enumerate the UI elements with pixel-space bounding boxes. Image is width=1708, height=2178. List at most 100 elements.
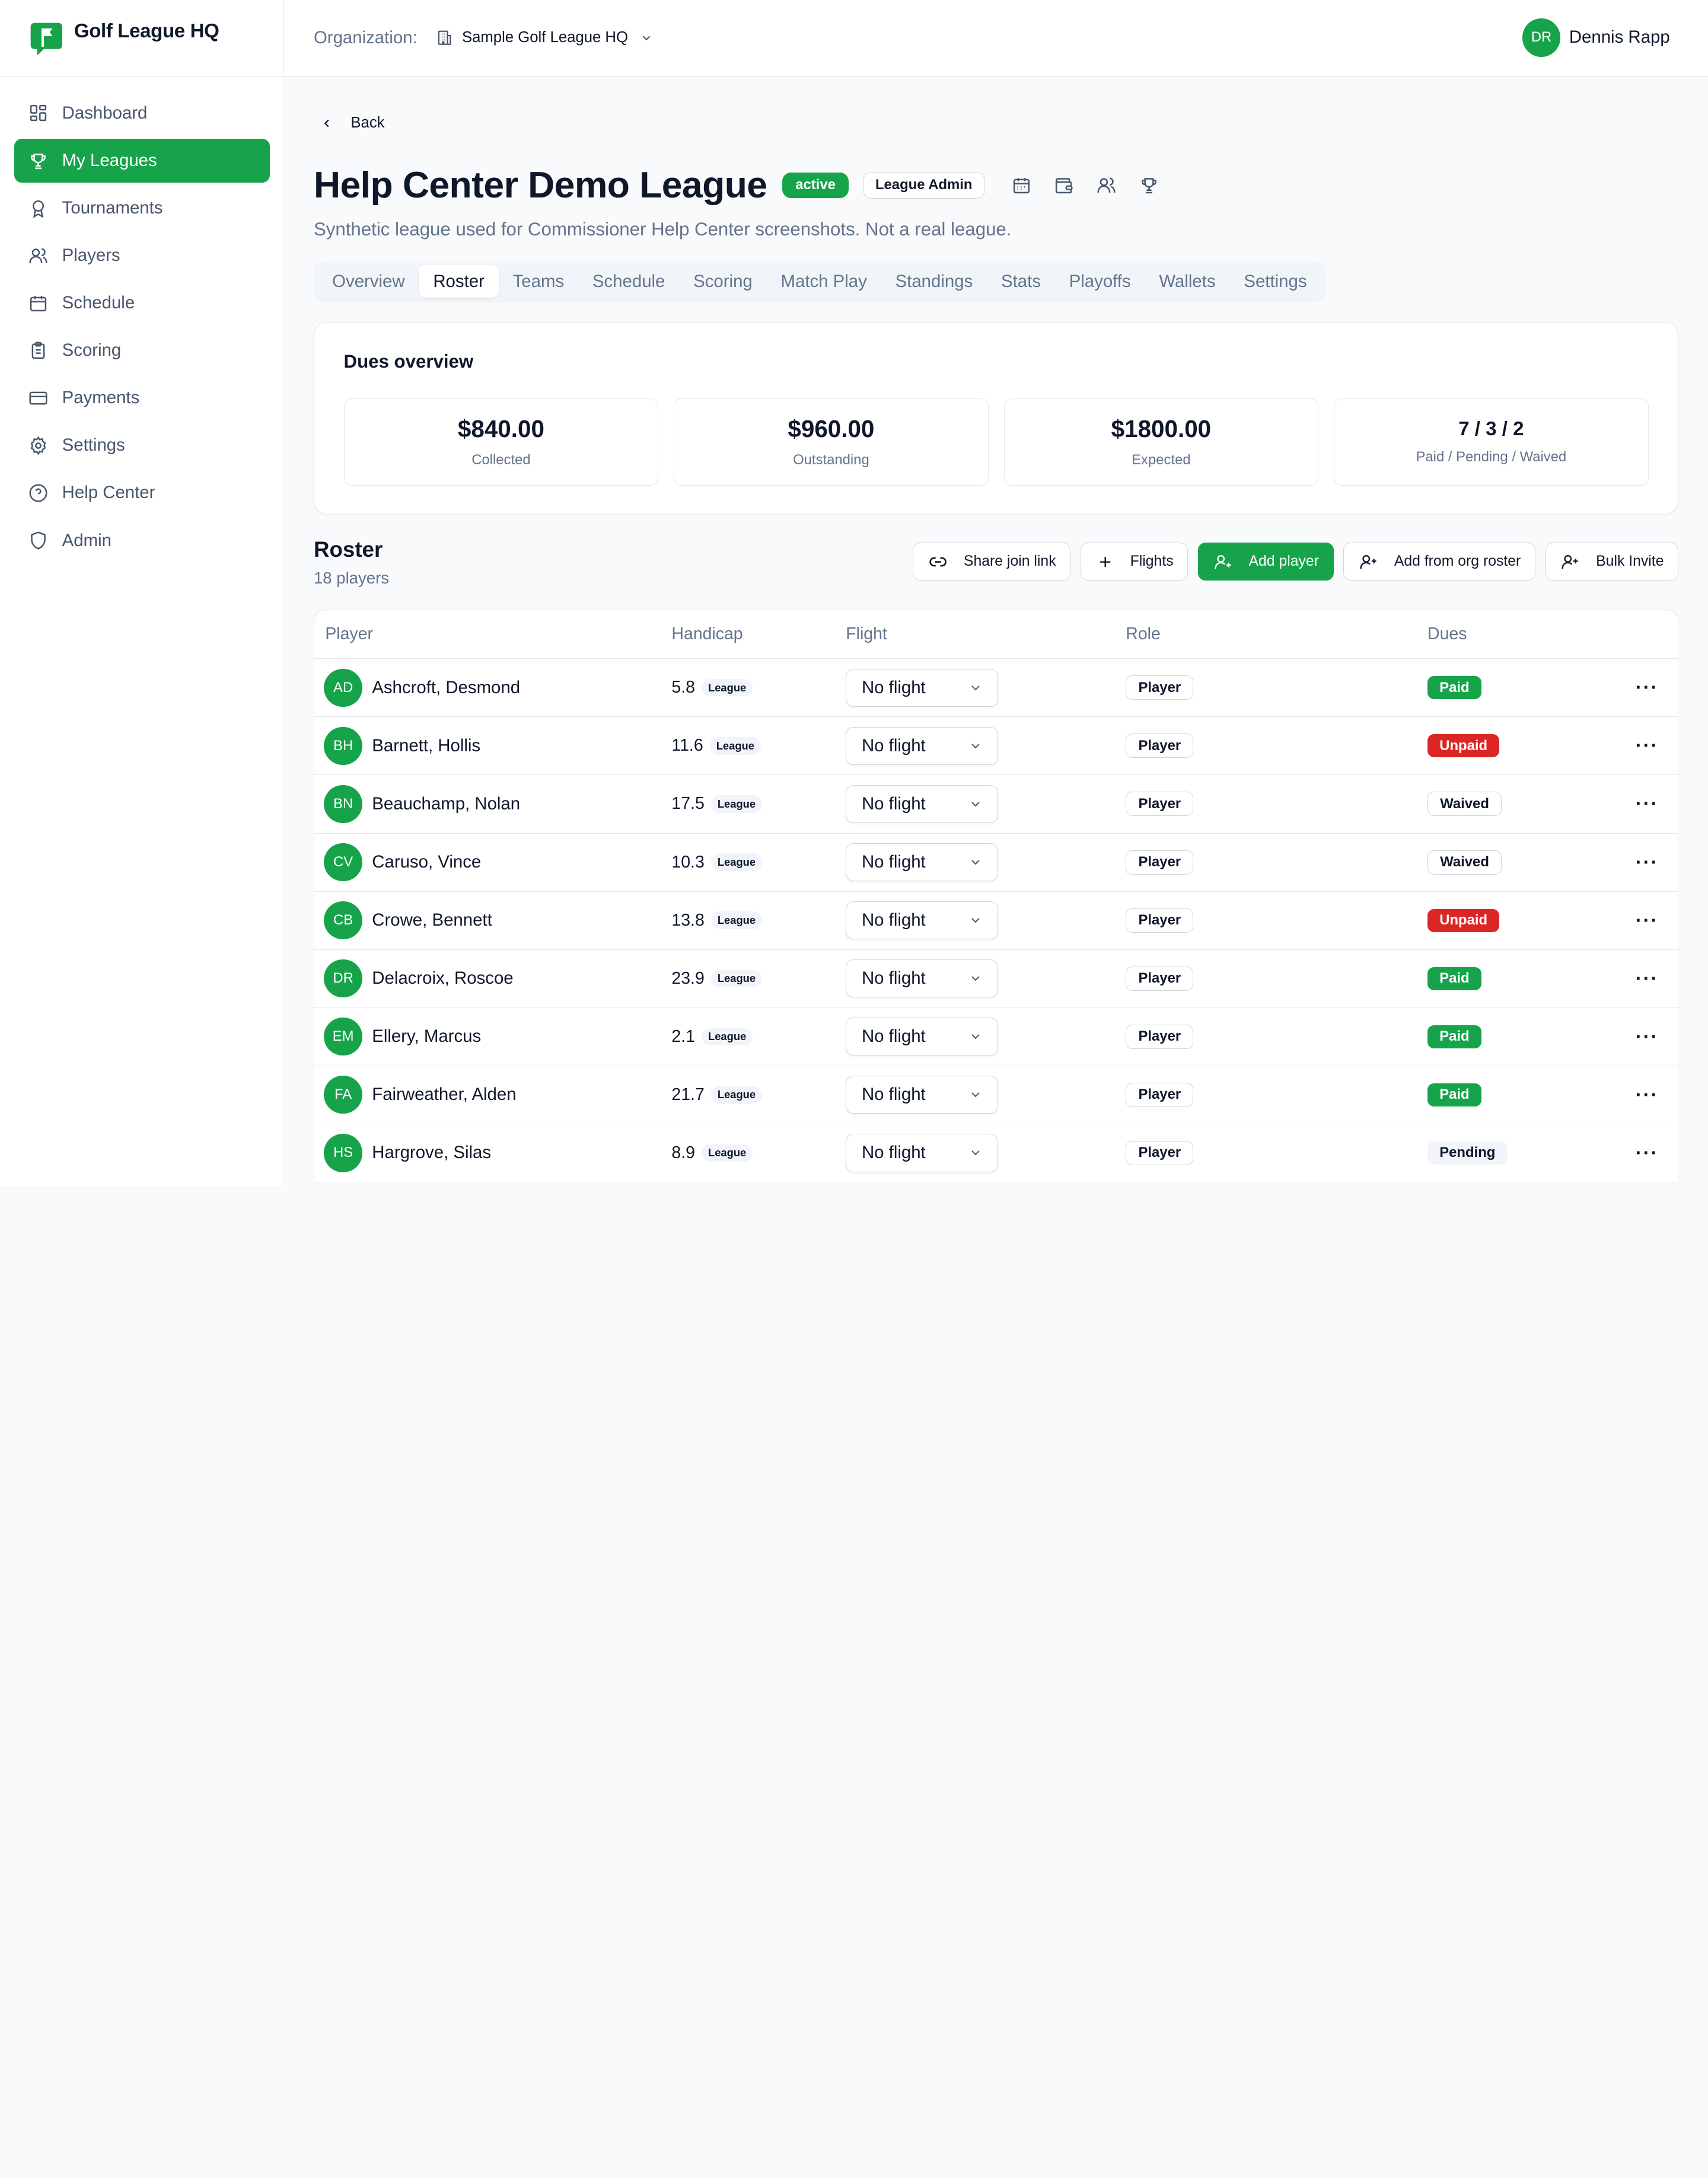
column-header-player[interactable]: Player [314, 624, 671, 644]
player-name[interactable]: Ellery, Marcus [372, 1026, 481, 1047]
tab-settings[interactable]: Settings [1230, 265, 1321, 298]
avatar: FA [324, 1076, 362, 1114]
avatar: HS [324, 1134, 362, 1172]
sidebar-item-scoring[interactable]: Scoring [14, 329, 270, 372]
avatar: CV [324, 843, 362, 882]
role-cell: Player [1126, 850, 1427, 875]
handicap-source-badge: League [701, 1028, 753, 1045]
player-name[interactable]: Ashcroft, Desmond [372, 678, 520, 698]
more-horizontal-icon[interactable]: ··· [1636, 1027, 1659, 1047]
role-cell: Player [1126, 1024, 1427, 1049]
sidebar-nav: Dashboard My Leagues Tournaments Players Sch… [0, 76, 283, 582]
more-horizontal-icon[interactable]: ··· [1636, 736, 1659, 755]
chevron-down-icon [971, 1034, 980, 1039]
column-header-flight[interactable]: Flight [846, 624, 1126, 644]
dues-cell: Paid [1427, 1025, 1591, 1048]
stat-collected: $840.00 Collected [343, 398, 659, 486]
sidebar-item-tournaments[interactable]: Tournaments [14, 186, 270, 229]
column-header-dues[interactable]: Dues [1427, 624, 1591, 644]
sidebar-item-help-center[interactable]: Help Center [14, 471, 270, 515]
row-actions: ··· [1591, 969, 1678, 988]
tab-stats[interactable]: Stats [987, 265, 1055, 298]
tab-wallets[interactable]: Wallets [1145, 265, 1230, 298]
table-row: EM Ellery, Marcus 2.1 League No flight Player… [314, 1008, 1678, 1066]
tab-roster[interactable]: Roster [419, 265, 499, 298]
stat-expected: $1800.00 Expected [1003, 398, 1319, 486]
tab-schedule[interactable]: Schedule [578, 265, 679, 298]
flight-select[interactable]: No flight [846, 843, 999, 882]
role-badge: Player [1126, 1140, 1194, 1165]
sidebar-item-my-leagues[interactable]: My Leagues [14, 139, 270, 183]
sidebar: Golf League HQ Dashboard My Leagues Tourna… [0, 0, 285, 1187]
tab-teams[interactable]: Teams [499, 265, 578, 298]
tab-standings[interactable]: Standings [881, 265, 987, 298]
more-horizontal-icon[interactable]: ··· [1636, 969, 1659, 988]
tab-match-play[interactable]: Match Play [767, 265, 881, 298]
users-icon[interactable] [1085, 172, 1128, 198]
player-name[interactable]: Fairweather, Alden [372, 1085, 516, 1105]
more-horizontal-icon[interactable]: ··· [1636, 1143, 1659, 1163]
content: Back Help Center Demo League active Leag… [284, 113, 1708, 1182]
share-join-link-button[interactable]: Share join link [913, 543, 1071, 581]
flight-select[interactable]: No flight [846, 1018, 999, 1056]
brand[interactable]: Golf League HQ [0, 0, 284, 76]
more-horizontal-icon[interactable]: ··· [1636, 678, 1659, 697]
row-actions: ··· [1591, 852, 1678, 872]
flight-select[interactable]: No flight [846, 901, 999, 940]
player-name[interactable]: Barnett, Hollis [372, 736, 480, 756]
flight-select[interactable]: No flight [846, 1076, 999, 1114]
more-horizontal-icon[interactable]: ··· [1636, 794, 1659, 814]
handicap-cell: 11.6 League [671, 736, 846, 755]
wallet-icon[interactable] [1043, 172, 1085, 198]
more-horizontal-icon[interactable]: ··· [1636, 852, 1659, 872]
add-from-org-roster-button[interactable]: Add from org roster [1343, 543, 1536, 581]
bulk-invite-button[interactable]: Bulk Invite [1545, 543, 1679, 581]
sidebar-item-players[interactable]: Players [14, 234, 270, 277]
tab-scoring[interactable]: Scoring [679, 265, 766, 298]
flight-select[interactable]: No flight [846, 785, 999, 824]
app-root: Golf League HQ Dashboard My Leagues Tourna… [0, 0, 1708, 1187]
role-cell: Player [1126, 908, 1427, 933]
sidebar-item-admin[interactable]: Admin [14, 519, 270, 562]
more-horizontal-icon[interactable]: ··· [1636, 1085, 1659, 1105]
flight-select[interactable]: No flight [846, 726, 999, 766]
sidebar-item-payments[interactable]: Payments [14, 377, 270, 420]
table-row: DR Delacroix, Roscoe 23.9 League No flight Pl… [314, 950, 1678, 1008]
more-horizontal-icon[interactable]: ··· [1636, 911, 1659, 930]
player-name[interactable]: Crowe, Bennett [372, 910, 492, 930]
flight-select[interactable]: No flight [846, 959, 999, 998]
stat-counts: 7 / 3 / 2 Paid / Pending / Waived [1333, 398, 1649, 486]
tab-playoffs[interactable]: Playoffs [1055, 265, 1145, 298]
player-name[interactable]: Caruso, Vince [372, 852, 481, 872]
flight-select[interactable]: No flight [846, 668, 999, 707]
trophy-icon[interactable] [1127, 172, 1170, 198]
player-name[interactable]: Delacroix, Roscoe [372, 968, 513, 988]
calendar-icon[interactable] [1000, 172, 1043, 198]
roster-title: Roster [313, 537, 383, 562]
sidebar-item-schedule[interactable]: Schedule [14, 282, 270, 325]
column-header-role[interactable]: Role [1126, 624, 1427, 644]
chevron-down-icon [971, 802, 980, 807]
tab-overview[interactable]: Overview [318, 265, 419, 298]
flight-select[interactable]: No flight [846, 1134, 999, 1172]
chevron-down-icon [642, 36, 651, 40]
role-cell: Player [1126, 675, 1427, 700]
column-header-handicap[interactable]: Handicap [671, 624, 846, 644]
player-name[interactable]: Beauchamp, Nolan [372, 794, 520, 814]
org-selector[interactable]: Sample Golf League HQ [436, 29, 653, 46]
role-badge: Player [1126, 1024, 1194, 1049]
sidebar-item-dashboard[interactable]: Dashboard [14, 91, 270, 135]
add-player-button[interactable]: Add player [1198, 543, 1334, 581]
flight-value: No flight [861, 852, 926, 872]
dues-cell: Unpaid [1427, 908, 1591, 932]
sidebar-item-settings[interactable]: Settings [14, 424, 270, 467]
flights-button[interactable]: Flights [1080, 543, 1188, 581]
sidebar-item-label: Payments [62, 388, 140, 408]
back-button[interactable]: Back [314, 113, 401, 133]
dues-status-badge: Paid [1427, 676, 1481, 700]
users-icon [28, 246, 48, 266]
player-name[interactable]: Hargrove, Silas [372, 1143, 491, 1163]
user-menu[interactable]: DR Dennis Rapp [1522, 18, 1670, 57]
tab-bar: Overview Roster Teams Schedule Scoring Match … [313, 261, 1325, 302]
dues-status-badge: Paid [1427, 967, 1481, 990]
